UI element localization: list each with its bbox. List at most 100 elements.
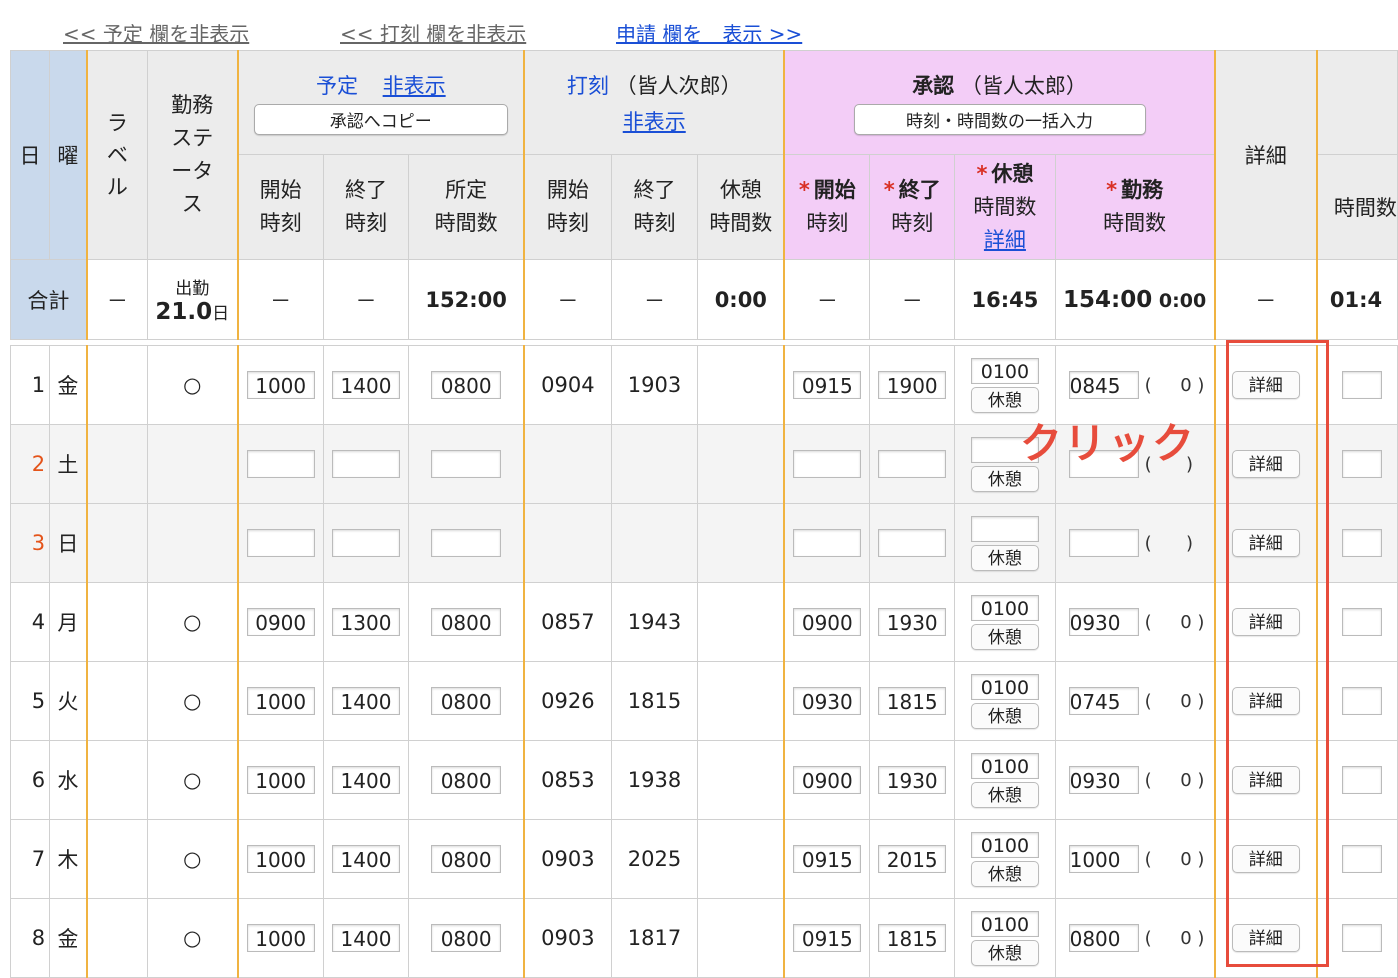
- schedule-hours-input[interactable]: [431, 529, 502, 557]
- header-label: ラベル: [85, 50, 148, 260]
- approval-start-input[interactable]: [793, 450, 862, 478]
- schedule-hours-input[interactable]: 0800: [431, 845, 502, 873]
- schedule-start-input[interactable]: 1000: [246, 924, 315, 952]
- work-status: ○: [146, 740, 239, 820]
- schedule-start-input[interactable]: 1000: [246, 687, 315, 715]
- extra-input[interactable]: [1341, 924, 1382, 952]
- approval-end-input[interactable]: 1900: [878, 371, 947, 399]
- approval-start-input[interactable]: 0915: [793, 924, 862, 952]
- approval-break-input[interactable]: [970, 515, 1039, 542]
- schedule-end-input[interactable]: 1400: [332, 766, 400, 794]
- schedule-end-input[interactable]: 1400: [332, 924, 400, 952]
- approval-break-input[interactable]: 0100: [970, 831, 1039, 858]
- approval-work-input[interactable]: 0745: [1068, 687, 1139, 715]
- header-detail: 詳細: [1213, 50, 1318, 260]
- label-cell: [85, 740, 148, 820]
- schedule-start-input[interactable]: 1000: [246, 371, 315, 399]
- weekday: 金: [49, 345, 88, 425]
- approval-work-input[interactable]: 0800: [1068, 924, 1139, 952]
- detail-button[interactable]: 詳細: [1231, 529, 1300, 557]
- approval-end-input[interactable]: 2015: [878, 845, 947, 873]
- schedule-end-input[interactable]: 1400: [332, 845, 400, 873]
- approval-end-input[interactable]: [878, 529, 947, 557]
- schedule-hours-input[interactable]: 0800: [431, 766, 502, 794]
- approval-end-input[interactable]: [878, 450, 947, 478]
- approval-start-input[interactable]: 0930: [793, 687, 862, 715]
- schedule-start-input[interactable]: [246, 529, 315, 557]
- work-paren: ( 0 ): [1144, 612, 1205, 633]
- bulk-input-button[interactable]: 時刻・時間数の一括入力: [853, 104, 1146, 135]
- label-cell: [85, 503, 148, 583]
- detail-button[interactable]: 詳細: [1231, 924, 1300, 952]
- extra-input[interactable]: [1341, 845, 1382, 873]
- copy-to-approval-button[interactable]: 承認へコピー: [253, 104, 508, 135]
- detail-button[interactable]: 詳細: [1231, 450, 1300, 478]
- break-button[interactable]: 休憩: [970, 860, 1039, 887]
- schedule-hours-input[interactable]: [431, 450, 502, 478]
- schedule-start-input[interactable]: [246, 450, 315, 478]
- schedule-end-input[interactable]: [332, 529, 400, 557]
- schedule-end-input[interactable]: 1400: [332, 371, 400, 399]
- day-number: 8: [9, 898, 51, 978]
- break-button[interactable]: 休憩: [970, 623, 1039, 650]
- extra-input[interactable]: [1341, 371, 1382, 399]
- approval-break-input[interactable]: 0100: [970, 673, 1039, 700]
- header-stamp: 打刻 （皆人次郎） 非表示: [522, 50, 785, 155]
- schedule-hours-input[interactable]: 0800: [431, 608, 502, 636]
- break-button[interactable]: 休憩: [970, 939, 1039, 966]
- approval-end-input[interactable]: 1815: [878, 924, 947, 952]
- approval-start-input[interactable]: 0915: [793, 371, 862, 399]
- header-approval-start: * 開始 時刻: [783, 154, 871, 260]
- approval-work-input[interactable]: 0930: [1068, 608, 1139, 636]
- break-button[interactable]: 休憩: [970, 386, 1039, 413]
- approval-end-input[interactable]: 1930: [878, 766, 947, 794]
- header-extra-top: [1315, 50, 1398, 155]
- day-row: 3 日休憩 ( ) 詳細: [9, 503, 1398, 583]
- approval-start-input[interactable]: 0915: [793, 845, 862, 873]
- totals-row: 合計 － 出勤 21.0日 － － 152:00 － － 0:00 － － 16…: [9, 259, 1398, 340]
- extra-input[interactable]: [1341, 450, 1382, 478]
- extra-input[interactable]: [1341, 766, 1382, 794]
- break-detail-link[interactable]: 詳細: [984, 228, 1026, 252]
- approval-start-input[interactable]: 0900: [793, 608, 862, 636]
- extra-input[interactable]: [1341, 529, 1382, 557]
- break-button[interactable]: 休憩: [970, 702, 1039, 729]
- day-row: 4 月 ○ 0900 1300 0800 0857 1943 0900 1930 0100 休憩 093…: [9, 582, 1398, 662]
- schedule-start-input[interactable]: 1000: [246, 766, 315, 794]
- schedule-start-input[interactable]: 0900: [246, 608, 315, 636]
- approval-end-input[interactable]: 1930: [878, 608, 947, 636]
- hide-stamp-link[interactable]: << 打刻 欄を非表示: [340, 18, 526, 47]
- approval-end-input[interactable]: 1815: [878, 687, 947, 715]
- schedule-end-input[interactable]: [332, 450, 400, 478]
- stamp-hide-link[interactable]: 非表示: [623, 110, 686, 134]
- detail-button[interactable]: 詳細: [1231, 766, 1300, 794]
- stamp-end: 1903: [610, 345, 699, 425]
- schedule-hours-input[interactable]: 0800: [431, 371, 502, 399]
- approval-work-input[interactable]: [1068, 529, 1139, 557]
- approval-work-input[interactable]: 0930: [1068, 766, 1139, 794]
- detail-button[interactable]: 詳細: [1231, 845, 1300, 873]
- detail-button[interactable]: 詳細: [1231, 687, 1300, 715]
- approval-start-input[interactable]: 0900: [793, 766, 862, 794]
- schedule-end-input[interactable]: 1400: [332, 687, 400, 715]
- approval-break-input[interactable]: 0100: [970, 594, 1039, 621]
- schedule-hide-link[interactable]: 非表示: [383, 74, 446, 98]
- schedule-end-input[interactable]: 1300: [332, 608, 400, 636]
- approval-break-input[interactable]: 0100: [970, 357, 1039, 384]
- schedule-hours-input[interactable]: 0800: [431, 687, 502, 715]
- break-button[interactable]: 休憩: [970, 544, 1039, 571]
- detail-button[interactable]: 詳細: [1231, 371, 1300, 399]
- approval-work-input[interactable]: 0845: [1068, 371, 1139, 399]
- approval-start-input[interactable]: [793, 529, 862, 557]
- schedule-start-input[interactable]: 1000: [246, 845, 315, 873]
- extra-input[interactable]: [1341, 687, 1382, 715]
- detail-button[interactable]: 詳細: [1231, 608, 1300, 636]
- approval-break-input[interactable]: 0100: [970, 910, 1039, 937]
- schedule-hours-input[interactable]: 0800: [431, 924, 502, 952]
- break-button[interactable]: 休憩: [970, 781, 1039, 808]
- hide-schedule-link[interactable]: << 予定 欄を非表示: [63, 18, 249, 47]
- show-request-link[interactable]: 申請 欄を 表示 >>: [616, 18, 802, 47]
- approval-break-input[interactable]: 0100: [970, 752, 1039, 779]
- approval-work-input[interactable]: 1000: [1068, 845, 1139, 873]
- extra-input[interactable]: [1341, 608, 1382, 636]
